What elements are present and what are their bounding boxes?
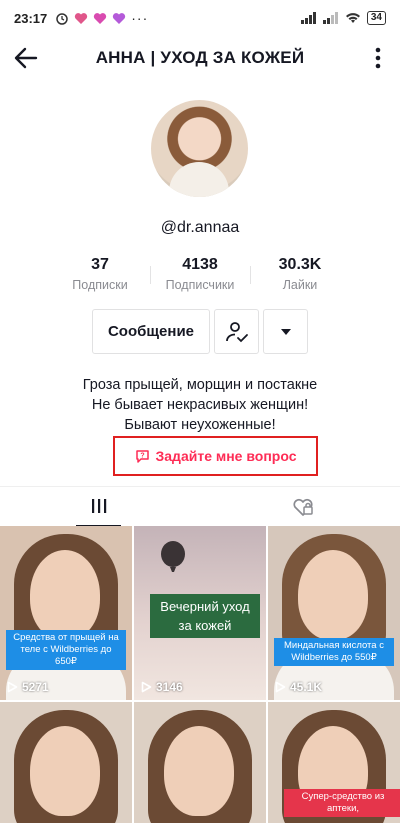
stat-followers[interactable]: 4138 Подписчики bbox=[150, 256, 250, 292]
stat-label: Подписки bbox=[72, 278, 128, 292]
signal-icon bbox=[300, 12, 316, 24]
bio-line: Гроза прыщей, морщин и постакне bbox=[82, 377, 318, 393]
play-count-value: 3146 bbox=[156, 680, 183, 694]
following-button[interactable] bbox=[214, 309, 259, 354]
user-check-icon bbox=[225, 321, 248, 342]
avatar-shirt bbox=[169, 162, 229, 197]
play-count: 45.1K bbox=[275, 680, 322, 694]
caret-down-icon bbox=[280, 328, 291, 335]
video-tile[interactable] bbox=[0, 702, 132, 823]
question-bubble-icon: ? bbox=[135, 449, 149, 463]
heart-icon bbox=[113, 12, 126, 24]
video-tile[interactable]: Средства от прыщей на теле с Wildberries… bbox=[0, 526, 132, 700]
video-thumbnail-face bbox=[298, 550, 368, 640]
play-icon bbox=[141, 681, 152, 693]
profile-actions: Сообщение bbox=[0, 309, 400, 355]
tab-videos[interactable] bbox=[76, 487, 121, 527]
profile-stats: 37 Подписки 4138 Подписчики 30.3K Лайки bbox=[0, 256, 400, 296]
back-arrow-icon[interactable] bbox=[12, 44, 40, 72]
stat-value: 4138 bbox=[182, 256, 218, 273]
signal-icon bbox=[322, 12, 338, 24]
stat-value: 37 bbox=[91, 256, 109, 273]
video-thumbnail-face bbox=[30, 550, 100, 640]
stat-label: Подписчики bbox=[165, 278, 235, 292]
grid-icon bbox=[91, 499, 106, 513]
video-caption: Вечерний уход за кожей bbox=[150, 594, 260, 638]
play-count-value: 5271 bbox=[22, 680, 49, 694]
stat-label: Лайки bbox=[282, 278, 318, 292]
alarm-icon bbox=[56, 13, 68, 25]
profile-header: АННА | УХОД ЗА КОЖЕЙ bbox=[0, 36, 400, 80]
svg-text:?: ? bbox=[140, 452, 144, 459]
bio-line: Не бывает некрасивых женщин! bbox=[91, 397, 309, 413]
message-button[interactable]: Сообщение bbox=[92, 309, 210, 354]
status-bar: 23:17 ··· 34 bbox=[0, 0, 400, 36]
more-notifications-icon: ··· bbox=[131, 10, 149, 26]
stat-following[interactable]: 37 Подписки bbox=[50, 256, 150, 292]
video-caption: Миндальная кислота с Wildberries до 550₽ bbox=[274, 638, 394, 666]
username: @dr.annaa bbox=[160, 219, 240, 236]
heart-icon bbox=[94, 12, 107, 24]
video-grid: Средства от прыщей на теле с Wildberries… bbox=[0, 526, 400, 823]
tab-liked[interactable] bbox=[280, 487, 325, 527]
play-count: 5271 bbox=[7, 680, 49, 694]
ask-question-label: Задайте мне вопрос bbox=[155, 448, 297, 464]
play-count: 3146 bbox=[141, 680, 183, 694]
video-thumbnail-face bbox=[30, 726, 100, 816]
heart-icon bbox=[75, 12, 88, 24]
hidden-heart-icon bbox=[292, 498, 313, 516]
ask-question-link[interactable]: ? Задайте мне вопрос bbox=[113, 436, 318, 476]
video-tile[interactable]: Супер-средство из аптеки, bbox=[268, 702, 400, 823]
profile-bio: Гроза прыщей, морщин и постакне Не бывае… bbox=[0, 375, 400, 435]
video-tile[interactable] bbox=[134, 702, 266, 823]
status-time: 23:17 bbox=[14, 10, 48, 26]
video-tile[interactable]: Вечерний уход за кожей 3146 bbox=[134, 526, 266, 700]
wifi-icon bbox=[345, 13, 360, 23]
play-count-value: 45.1K bbox=[290, 680, 323, 694]
stat-value: 30.3K bbox=[278, 256, 322, 273]
bio-line: Бывают неухоженные! bbox=[124, 417, 276, 433]
suggested-accounts-button[interactable] bbox=[263, 309, 308, 354]
status-notification-icons: ··· bbox=[55, 10, 148, 26]
more-options-icon[interactable] bbox=[370, 44, 386, 72]
stat-likes[interactable]: 30.3K Лайки bbox=[250, 256, 350, 292]
video-tile[interactable]: Миндальная кислота с Wildberries до 550₽… bbox=[268, 526, 400, 700]
video-caption: Супер-средство из аптеки, bbox=[284, 789, 400, 817]
profile-tabs bbox=[0, 486, 400, 527]
balloon-icon bbox=[161, 541, 185, 572]
video-caption: Средства от прыщей на теле с Wildberries… bbox=[6, 630, 126, 670]
status-system-icons: 34 bbox=[300, 11, 386, 25]
avatar[interactable] bbox=[151, 100, 248, 197]
play-icon bbox=[7, 681, 18, 693]
play-icon bbox=[275, 681, 286, 693]
page-title: АННА | УХОД ЗА КОЖЕЙ bbox=[95, 48, 305, 67]
battery-indicator: 34 bbox=[366, 11, 386, 25]
video-thumbnail-face bbox=[164, 726, 234, 816]
